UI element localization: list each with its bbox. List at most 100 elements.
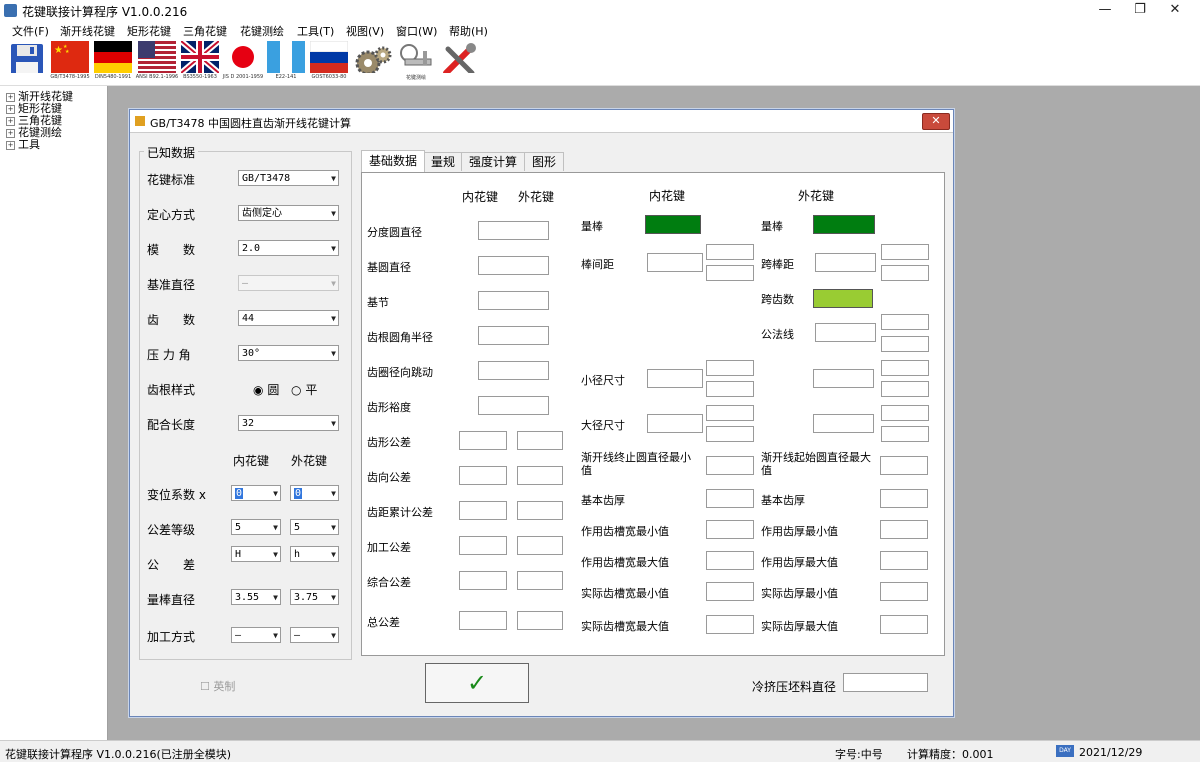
base-diameter-field[interactable] [478,256,549,275]
int-minor-lower-field[interactable] [706,381,754,397]
menu-survey[interactable]: 花键测绘 [240,23,284,39]
std-ansi-button[interactable]: ANSI B92.1-1996 [136,41,178,83]
tools-button[interactable] [440,41,478,83]
total-tol-ext-field[interactable] [517,611,563,630]
root-fillet-field[interactable] [478,326,549,345]
close-button[interactable]: ✕ [1152,0,1198,21]
composite-tol-int-field[interactable] [459,571,507,590]
tab-graph[interactable]: 图形 [524,152,564,171]
std-e22-button[interactable]: E22-141 [267,41,305,83]
ext-act-max-field[interactable] [880,615,928,634]
composite-tol-ext-field[interactable] [517,571,563,590]
int-basic-field[interactable] [706,489,754,508]
pitch-cum-ext-field[interactable] [517,501,563,520]
spline-survey-button[interactable]: 花键测绘 [397,41,435,83]
expand-icon[interactable]: + [6,141,15,150]
std-din-button[interactable]: DIN5480-1991 [94,41,132,83]
pin-internal-select[interactable]: 3.55 ▼ [231,589,281,605]
int-bar-dist-field[interactable] [647,253,703,272]
standard-select[interactable]: GB/T3478 ▼ [238,170,339,186]
machining-tol-int-field[interactable] [459,536,507,555]
ext-inv-start-field[interactable] [880,456,928,475]
centering-select[interactable]: 齿侧定心 ▼ [238,205,339,221]
ext-over-pins-field[interactable] [815,253,876,272]
menu-involute[interactable]: 渐开线花键 [60,23,115,39]
lead-tol-int-field[interactable] [459,466,507,485]
ext-normal-lower-field[interactable] [881,336,929,352]
ext-eff-min-field[interactable] [880,520,928,539]
int-eff-min-field[interactable] [706,520,754,539]
profile-tol-int-field[interactable] [459,431,507,450]
std-gb-button[interactable]: ★ ★ ★ GB/T3478-1995 [50,41,90,83]
menu-window[interactable]: 窗口(W) [396,23,437,39]
ext-minor-lower-field[interactable] [881,381,929,397]
tab-gauge[interactable]: 量规 [424,152,462,171]
int-major-upper-field[interactable] [706,405,754,421]
process-internal-select[interactable]: — ▼ [231,627,281,643]
cold-extrusion-field[interactable] [843,673,928,692]
shift-internal-select[interactable]: 0 ▼ [231,485,281,501]
tab-basic[interactable]: 基础数据 [361,150,425,173]
menu-tools[interactable]: 工具(T) [297,23,334,39]
int-act-max-field[interactable] [706,615,754,634]
int-bar-dist-upper-field[interactable] [706,244,754,260]
dialog-close-button[interactable]: ✕ [922,113,950,130]
pitch-cum-int-field[interactable] [459,501,507,520]
base-pitch-field[interactable] [478,291,549,310]
tol-internal-select[interactable]: H ▼ [231,546,281,562]
pitch-diameter-field[interactable] [478,221,549,240]
int-major-lower-field[interactable] [706,426,754,442]
menu-rect[interactable]: 矩形花键 [127,23,171,39]
root-round-radio[interactable]: ◉ 圆 [253,381,279,398]
int-major-field[interactable] [647,414,703,433]
pin-external-select[interactable]: 3.75 ▼ [290,589,339,605]
tol-external-select[interactable]: h ▼ [290,546,339,562]
int-act-min-field[interactable] [706,582,754,601]
menu-triangle[interactable]: 三角花键 [183,23,227,39]
menu-help[interactable]: 帮助(H) [449,23,488,39]
ext-normal-field[interactable] [815,323,876,342]
tab-strength[interactable]: 强度计算 [461,152,525,171]
pressure-angle-select[interactable]: 30° ▼ [238,345,339,361]
ext-major-upper-field[interactable] [881,405,929,421]
shift-external-select[interactable]: 0 ▼ [290,485,339,501]
tree-item-tools[interactable]: + 工具 [6,136,40,152]
grade-internal-select[interactable]: 5 ▼ [231,519,281,535]
root-flat-radio[interactable]: ○ 平 [291,381,317,398]
runout-field[interactable] [478,361,549,380]
int-eff-max-field[interactable] [706,551,754,570]
save-button[interactable] [8,41,46,83]
ok-button[interactable]: ✓ [425,663,529,703]
ext-over-pins-lower-field[interactable] [881,265,929,281]
teeth-select[interactable]: 44 ▼ [238,310,339,326]
ext-act-min-field[interactable] [880,582,928,601]
machining-tol-ext-field[interactable] [517,536,563,555]
module-select[interactable]: 2.0 ▼ [238,240,339,256]
ext-major-lower-field[interactable] [881,426,929,442]
std-jis-button[interactable]: JIS D 2001-1959 [223,41,263,83]
ext-minor-field[interactable] [813,369,874,388]
ext-minor-upper-field[interactable] [881,360,929,376]
gears-button[interactable] [354,41,392,83]
int-inv-end-field[interactable] [706,456,754,475]
process-external-select[interactable]: — ▼ [290,627,339,643]
ext-eff-max-field[interactable] [880,551,928,570]
field-label: 模 数 [147,243,196,257]
profile-tol-ext-field[interactable] [517,431,563,450]
ext-normal-upper-field[interactable] [881,314,929,330]
length-select[interactable]: 32 ▼ [238,415,339,431]
std-bs-button[interactable]: BS3550-1963 [181,41,219,83]
form-margin-field[interactable] [478,396,549,415]
ext-major-field[interactable] [813,414,874,433]
total-tol-int-field[interactable] [459,611,507,630]
menu-view[interactable]: 视图(V) [346,23,384,39]
ext-over-pins-upper-field[interactable] [881,244,929,260]
grade-external-select[interactable]: 5 ▼ [290,519,339,535]
lead-tol-ext-field[interactable] [517,466,563,485]
int-minor-upper-field[interactable] [706,360,754,376]
std-gost-button[interactable]: GOST6033-80 [310,41,348,83]
int-minor-field[interactable] [647,369,703,388]
menu-file[interactable]: 文件(F) [12,23,49,39]
int-bar-dist-lower-field[interactable] [706,265,754,281]
ext-basic-field[interactable] [880,489,928,508]
